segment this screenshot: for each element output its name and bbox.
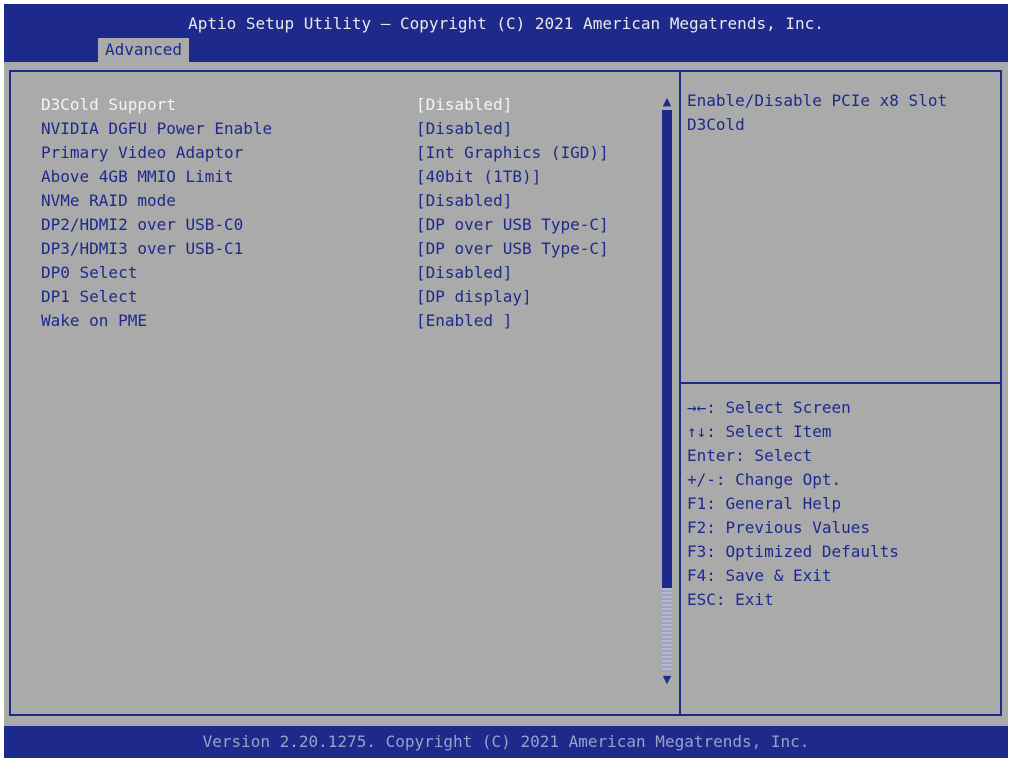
key-legend-item: Enter: Select: [687, 446, 813, 465]
setting-value[interactable]: [Disabled]: [416, 93, 512, 117]
setting-label: NVMe RAID mode: [41, 191, 176, 210]
scroll-track[interactable]: [662, 110, 672, 672]
settings-panel: D3Cold Support [Disabled] NVIDIA DGFU Po…: [11, 72, 677, 714]
key-legend-item: F3: Optimized Defaults: [687, 542, 899, 561]
scrollbar[interactable]: ▲ ▼: [660, 96, 674, 686]
setting-label: Above 4GB MMIO Limit: [41, 167, 234, 186]
tab-advanced[interactable]: Advanced: [98, 38, 190, 62]
header-bar: Aptio Setup Utility – Copyright (C) 2021…: [4, 4, 1008, 62]
key-legend-item: F1: General Help: [687, 494, 842, 513]
setting-label: D3Cold Support: [41, 95, 176, 114]
header-title: Aptio Setup Utility – Copyright (C) 2021…: [188, 14, 824, 33]
setting-label: DP3/HDMI3 over USB-C1: [41, 239, 244, 258]
footer-bar: Version 2.20.1275. Copyright (C) 2021 Am…: [4, 726, 1008, 758]
scroll-thumb[interactable]: [662, 110, 672, 588]
key-legend-item: ESC: Exit: [687, 590, 774, 609]
setting-row-nvidia-dgfu-power[interactable]: NVIDIA DGFU Power Enable [Disabled]: [11, 117, 651, 141]
help-divider: [681, 382, 1002, 384]
setting-value[interactable]: [DP over USB Type-C]: [416, 213, 609, 237]
setting-row-dp1-select[interactable]: DP1 Select [DP display]: [11, 285, 651, 309]
setting-value[interactable]: [40bit (1TB)]: [416, 165, 541, 189]
key-legend-item: ↑↓: Select Item: [687, 422, 832, 441]
help-line-1: Enable/Disable PCIe x8 Slot: [687, 91, 948, 110]
scroll-up-arrow-icon[interactable]: ▲: [660, 96, 674, 108]
setting-row-nvme-raid-mode[interactable]: NVMe RAID mode [Disabled]: [11, 189, 651, 213]
setting-label: Wake on PME: [41, 311, 147, 330]
setting-value[interactable]: [DP over USB Type-C]: [416, 237, 609, 261]
key-legend-item: F2: Previous Values: [687, 518, 871, 537]
main-panel: D3Cold Support [Disabled] NVIDIA DGFU Po…: [9, 70, 1002, 716]
bios-screen: Aptio Setup Utility – Copyright (C) 2021…: [4, 4, 1008, 758]
key-legend-item: +/-: Change Opt.: [687, 470, 842, 489]
setting-label: NVIDIA DGFU Power Enable: [41, 119, 273, 138]
setting-value[interactable]: [Disabled]: [416, 117, 512, 141]
scroll-down-arrow-icon[interactable]: ▼: [660, 674, 674, 686]
setting-label: DP1 Select: [41, 287, 138, 306]
setting-value[interactable]: [Disabled]: [416, 261, 512, 285]
help-panel: Enable/Disable PCIe x8 Slot D3Cold →←: S…: [679, 72, 1002, 714]
setting-label: DP2/HDMI2 over USB-C0: [41, 215, 244, 234]
key-legend: →←: Select Screen ↑↓: Select Item Enter:…: [687, 396, 899, 612]
setting-value[interactable]: [Int Graphics (IGD)]: [416, 141, 609, 165]
setting-row-wake-on-pme[interactable]: Wake on PME [Enabled ]: [11, 309, 651, 333]
setting-value[interactable]: [DP display]: [416, 285, 532, 309]
help-description: Enable/Disable PCIe x8 Slot D3Cold: [687, 89, 987, 137]
setting-label: DP0 Select: [41, 263, 138, 282]
setting-row-dp2-hdmi2-usb-c0[interactable]: DP2/HDMI2 over USB-C0 [DP over USB Type-…: [11, 213, 651, 237]
setting-value[interactable]: [Enabled ]: [416, 309, 512, 333]
setting-row-d3cold-support[interactable]: D3Cold Support [Disabled]: [11, 93, 651, 117]
setting-label: Primary Video Adaptor: [41, 143, 244, 162]
key-legend-item: →←: Select Screen: [687, 398, 851, 417]
help-line-2: D3Cold: [687, 115, 745, 134]
setting-row-above-4gb-mmio[interactable]: Above 4GB MMIO Limit [40bit (1TB)]: [11, 165, 651, 189]
setting-value[interactable]: [Disabled]: [416, 189, 512, 213]
setting-row-primary-video-adaptor[interactable]: Primary Video Adaptor [Int Graphics (IGD…: [11, 141, 651, 165]
setting-row-dp3-hdmi3-usb-c1[interactable]: DP3/HDMI3 over USB-C1 [DP over USB Type-…: [11, 237, 651, 261]
key-legend-item: F4: Save & Exit: [687, 566, 832, 585]
setting-row-dp0-select[interactable]: DP0 Select [Disabled]: [11, 261, 651, 285]
footer-version-text: Version 2.20.1275. Copyright (C) 2021 Am…: [202, 732, 810, 751]
settings-list: D3Cold Support [Disabled] NVIDIA DGFU Po…: [11, 93, 651, 333]
